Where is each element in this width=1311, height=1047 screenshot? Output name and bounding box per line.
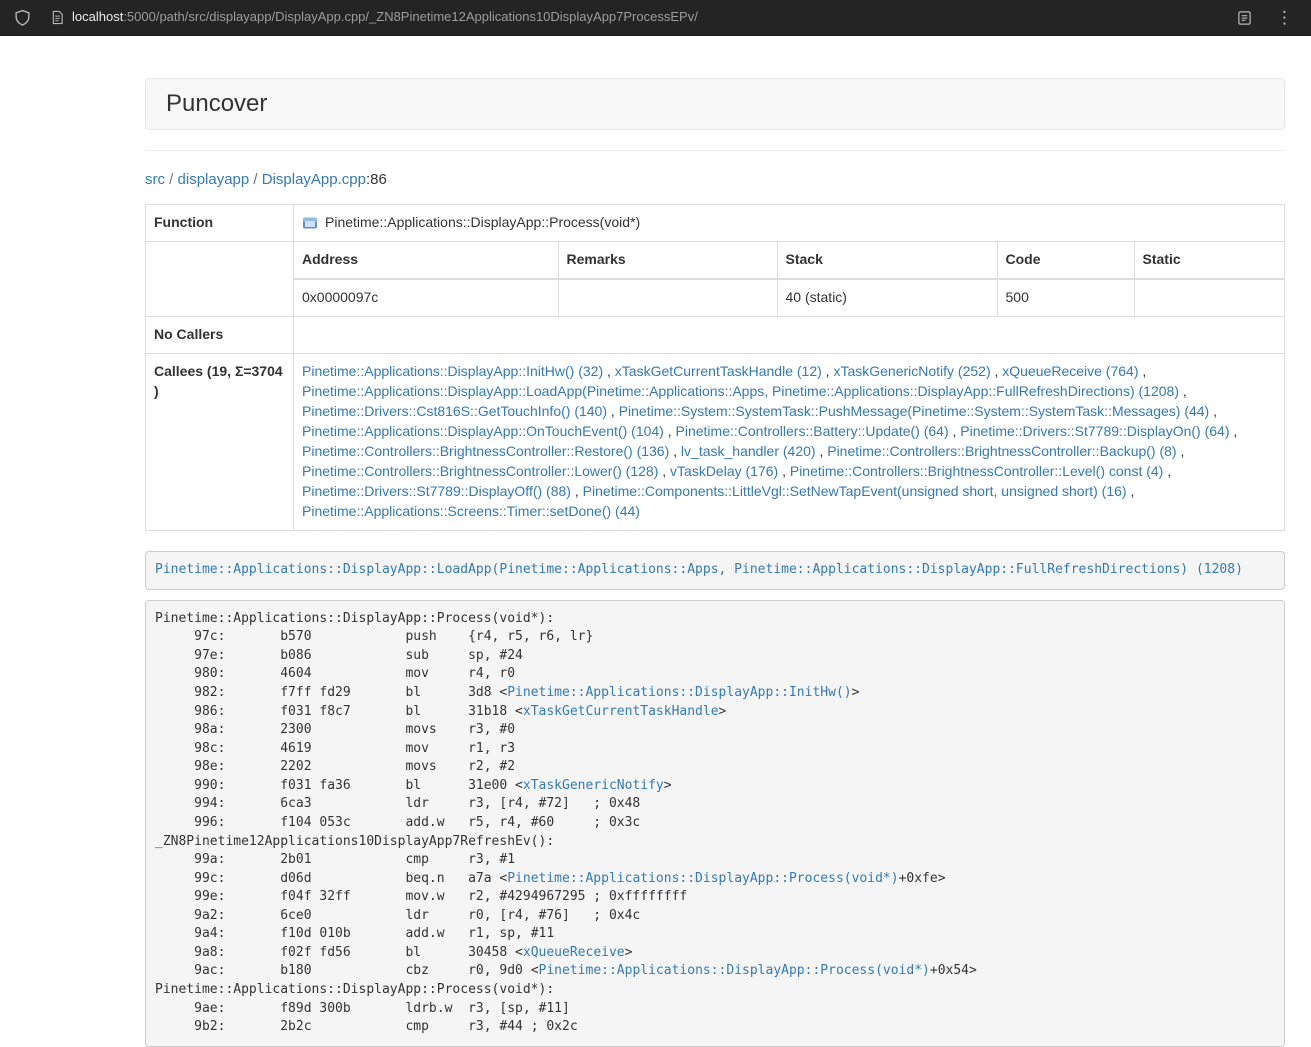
breadcrumb-link[interactable]: src: [145, 171, 165, 188]
disassembly-code: Pinetime::Applications::DisplayApp::Proc…: [145, 600, 1285, 1047]
col-code: Code: [997, 242, 1134, 279]
highlighted-symbol-block: Pinetime::Applications::DisplayApp::Load…: [145, 551, 1285, 590]
callee-link[interactable]: Pinetime::Applications::DisplayApp::Init…: [302, 363, 603, 379]
breadcrumb: src / displayapp / DisplayApp.cpp:86: [145, 169, 1285, 190]
callee-link[interactable]: vTaskDelay (176): [670, 463, 778, 479]
callee-link[interactable]: Pinetime::Drivers::Cst816S::GetTouchInfo…: [302, 403, 607, 419]
function-label: Function: [146, 205, 294, 242]
callee-link[interactable]: Pinetime::Drivers::St7789::DisplayOn() (…: [960, 423, 1229, 439]
symbol-link[interactable]: Pinetime::Applications::DisplayApp::Proc…: [507, 871, 898, 886]
breadcrumb-line-number: :86: [366, 171, 387, 188]
callee-link[interactable]: Pinetime::Controllers::Battery::Update()…: [676, 423, 949, 439]
function-name-cell: Pinetime::Applications::DisplayApp::Proc…: [294, 205, 1285, 242]
brand-link[interactable]: Puncover: [166, 87, 267, 121]
col-stack: Stack: [777, 242, 997, 279]
function-name: Pinetime::Applications::DisplayApp::Proc…: [325, 213, 640, 233]
callee-link[interactable]: Pinetime::Controllers::BrightnessControl…: [827, 443, 1176, 459]
symbol-details-table: Address Remarks Stack Code Static 0x0000…: [294, 242, 1284, 316]
url-bar[interactable]: localhost:5000/path/src/displayapp/Displ…: [51, 8, 1237, 27]
details-header-row: Address Remarks Stack Code Static: [294, 242, 1284, 279]
breadcrumb-link[interactable]: DisplayApp.cpp: [262, 171, 366, 188]
main-content: Puncover src / displayapp / DisplayApp.c…: [145, 78, 1285, 1047]
menu-dots-icon[interactable]: ⋮: [1276, 9, 1293, 26]
breadcrumb-separator: /: [165, 171, 178, 188]
no-callers-row: No Callers: [146, 317, 1285, 354]
symbol-link[interactable]: Pinetime::Applications::DisplayApp::Proc…: [539, 963, 930, 978]
function-type-icon: [302, 215, 318, 231]
code-value: 500: [997, 279, 1134, 316]
address-value: 0x0000097c: [294, 279, 558, 316]
function-row: Function Pinetime::Applications::Display…: [146, 205, 1285, 242]
browser-toolbar: localhost:5000/path/src/displayapp/Displ…: [0, 0, 1311, 36]
tracking-protection-shield-icon[interactable]: [14, 9, 31, 27]
callee-link[interactable]: Pinetime::Drivers::St7789::DisplayOff() …: [302, 483, 571, 499]
function-info-table: Function Pinetime::Applications::Display…: [145, 204, 1285, 531]
divider: [145, 150, 1285, 151]
col-remarks: Remarks: [558, 242, 777, 279]
highlighted-symbol-link[interactable]: Pinetime::Applications::DisplayApp::Load…: [155, 562, 1243, 577]
remarks-value: [558, 279, 777, 316]
url-path: :5000/path/src/displayapp/DisplayApp.cpp…: [123, 8, 698, 27]
details-row-label: [146, 242, 294, 317]
callee-link[interactable]: Pinetime::Controllers::BrightnessControl…: [302, 463, 658, 479]
callee-link[interactable]: Pinetime::Applications::DisplayApp::Load…: [302, 383, 1179, 399]
callee-link[interactable]: xTaskGenericNotify (252): [833, 363, 990, 379]
app-header: Puncover: [145, 78, 1285, 130]
symbol-link[interactable]: xQueueReceive: [523, 945, 625, 960]
callees-row: Callees (19, Σ=3704 ) Pinetime::Applicat…: [146, 354, 1285, 531]
callees-label: Callees (19, Σ=3704 ): [146, 354, 294, 531]
table-row: 0x0000097c 40 (static) 500: [294, 279, 1284, 316]
page-info-icon[interactable]: [51, 10, 64, 25]
callee-link[interactable]: xQueueReceive (764): [1002, 363, 1138, 379]
callee-link[interactable]: Pinetime::Controllers::BrightnessControl…: [790, 463, 1163, 479]
reader-mode-icon[interactable]: [1237, 10, 1252, 26]
breadcrumb-separator: /: [249, 171, 262, 188]
static-value: [1134, 279, 1284, 316]
col-address: Address: [294, 242, 558, 279]
callee-link[interactable]: Pinetime::System::SystemTask::PushMessag…: [619, 403, 1210, 419]
stack-value: 40 (static): [777, 279, 997, 316]
url-hostname: localhost: [72, 8, 123, 27]
details-cell: Address Remarks Stack Code Static 0x0000…: [294, 242, 1285, 317]
callee-link[interactable]: xTaskGetCurrentTaskHandle (12): [615, 363, 822, 379]
symbol-link[interactable]: xTaskGetCurrentTaskHandle: [523, 704, 719, 719]
callee-link[interactable]: Pinetime::Applications::Screens::Timer::…: [302, 503, 640, 519]
no-callers-label: No Callers: [146, 317, 294, 354]
callee-link[interactable]: Pinetime::Components::LittleVgl::SetNewT…: [583, 483, 1127, 499]
callee-link[interactable]: Pinetime::Controllers::BrightnessControl…: [302, 443, 669, 459]
no-callers-cell: [294, 317, 1285, 354]
details-row: Address Remarks Stack Code Static 0x0000…: [146, 242, 1285, 317]
callee-link[interactable]: lv_task_handler (420): [681, 443, 816, 459]
callees-list: Pinetime::Applications::DisplayApp::Init…: [294, 354, 1285, 531]
col-static: Static: [1134, 242, 1284, 279]
symbol-link[interactable]: xTaskGenericNotify: [523, 778, 664, 793]
breadcrumb-link[interactable]: displayapp: [178, 171, 250, 188]
symbol-link[interactable]: Pinetime::Applications::DisplayApp::Init…: [507, 685, 851, 700]
callee-link[interactable]: Pinetime::Applications::DisplayApp::OnTo…: [302, 423, 664, 439]
